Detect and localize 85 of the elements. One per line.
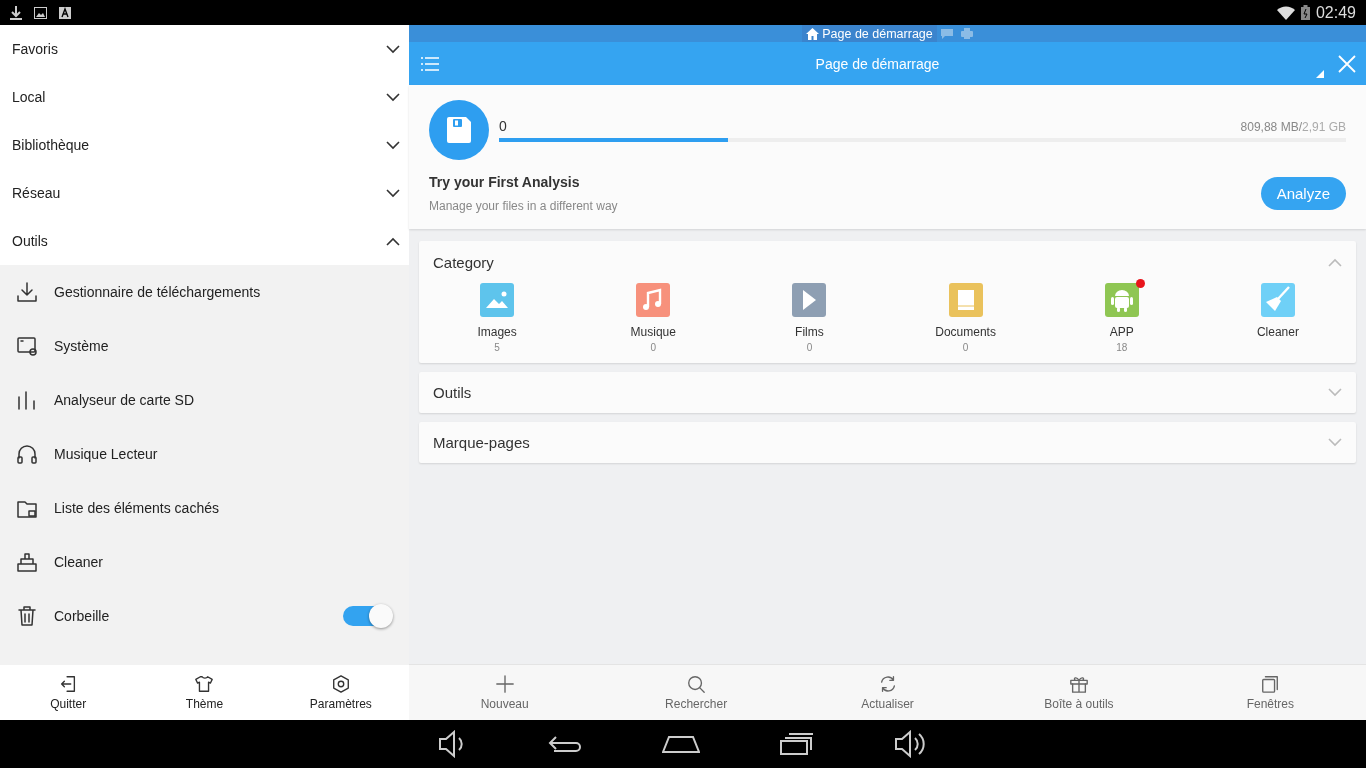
search-icon: [686, 674, 707, 694]
category-label: APP: [1109, 325, 1134, 339]
back-icon[interactable]: [548, 734, 582, 754]
collapse-chevron-icon[interactable]: [386, 236, 400, 246]
tool-item[interactable]: Gestionnaire de téléchargements: [54, 284, 393, 300]
toolbar-title: Page de démarrage: [814, 55, 941, 72]
settings-icon: [330, 674, 351, 694]
analysis-title: Try your First Analysis: [429, 174, 581, 190]
section-label: Favoris: [12, 41, 58, 57]
tool-item[interactable]: Corbeille: [54, 608, 327, 624]
section-label: Réseau: [12, 185, 61, 201]
sidebar-section[interactable]: Réseau: [0, 169, 409, 217]
expand-chevron-icon[interactable]: [386, 44, 400, 54]
category-label: Documents: [935, 325, 996, 339]
recent-apps-icon[interactable]: [780, 733, 814, 755]
panel-title: Outils: [433, 384, 472, 401]
corner-triangle-icon: [1316, 70, 1324, 78]
category-item[interactable]: Images 5: [419, 283, 576, 353]
section-label: Outils: [12, 233, 48, 249]
collapsible-panel[interactable]: Marque-pages: [419, 422, 1356, 463]
toggle-switch[interactable]: [343, 604, 393, 628]
toolbar-button[interactable]: Boîte à outils: [983, 665, 1175, 720]
home-icon[interactable]: [662, 735, 700, 753]
category-label: Cleaner: [1256, 325, 1299, 339]
tool-item[interactable]: Musique Lecteur: [54, 446, 393, 462]
category-label: Musique: [630, 325, 676, 339]
collapsible-panel[interactable]: Outils: [419, 372, 1356, 413]
volume-up-icon[interactable]: [894, 730, 928, 758]
headphones-icon: [16, 443, 38, 465]
category-count: 0: [650, 342, 657, 353]
download-icon: [16, 281, 38, 303]
category-label: Images: [477, 325, 517, 339]
category-item[interactable]: Cleaner: [1199, 283, 1357, 353]
storage-usage: 809,88 MB/2,91 GB: [1240, 120, 1346, 134]
section-label: Bibliothèque: [12, 137, 90, 153]
font-icon: [59, 6, 71, 19]
tool-item[interactable]: Système: [54, 338, 393, 354]
expand-chevron-icon[interactable]: [386, 92, 400, 102]
windows-icon: [1260, 674, 1281, 694]
card-title: Category: [433, 253, 494, 271]
trash-icon: [16, 605, 38, 627]
toolbar-button[interactable]: Nouveau: [409, 665, 601, 720]
category-count: 5: [494, 342, 500, 353]
panel-title: Marque-pages: [433, 434, 530, 451]
bars-icon: [16, 389, 38, 411]
close-icon[interactable]: [1338, 54, 1356, 73]
category-item[interactable]: Documents 0: [887, 283, 1044, 353]
toolbar-action[interactable]: Thème: [136, 665, 273, 720]
analysis-subtitle: Manage your files in a different way: [429, 199, 618, 213]
sidebar-section[interactable]: Outils: [0, 217, 409, 265]
expand-chevron-icon[interactable]: [386, 188, 400, 198]
tool-item[interactable]: Liste des éléments cachés: [54, 500, 393, 516]
category-item[interactable]: APP 18: [1043, 283, 1200, 353]
category-count: 18: [1116, 342, 1128, 353]
category-count: 0: [806, 342, 813, 353]
toolbar-button[interactable]: Fenêtres: [1174, 665, 1366, 720]
expand-chevron-icon[interactable]: [386, 140, 400, 150]
category-count: 0: [962, 342, 969, 353]
section-label: Local: [12, 89, 46, 105]
category-item[interactable]: Musique 0: [575, 283, 732, 353]
chat-icon: [940, 28, 953, 39]
download-icon: [10, 5, 22, 20]
sidebar-section[interactable]: Bibliothèque: [0, 121, 409, 169]
tool-item[interactable]: Analyseur de carte SD: [54, 392, 393, 408]
clock-time: 02:49: [1315, 3, 1356, 22]
category-item[interactable]: Films 0: [731, 283, 888, 353]
wifi-icon: [1276, 5, 1295, 20]
home-icon: [806, 27, 820, 40]
file-count: 0: [499, 118, 507, 134]
category-label: Films: [795, 325, 824, 339]
window-gear-icon: [16, 335, 38, 357]
battery-icon: [1300, 5, 1310, 20]
sidebar-section[interactable]: Favoris: [0, 25, 409, 73]
toolbar-button[interactable]: Rechercher: [600, 665, 792, 720]
toolbar-button[interactable]: Actualiser: [791, 665, 984, 720]
toolbar-action[interactable]: Quitter: [0, 665, 137, 720]
gift-icon: [1068, 674, 1089, 694]
image-icon: [34, 6, 47, 19]
storage-icon: [429, 100, 489, 160]
sidebar-section[interactable]: Local: [0, 73, 409, 121]
toolbar-action[interactable]: Paramètres: [272, 665, 409, 720]
shirt-icon: [194, 674, 215, 694]
tool-item[interactable]: Cleaner: [54, 554, 393, 570]
browser-tab[interactable]: Page de démarrage: [802, 25, 937, 42]
plus-icon: [494, 674, 515, 694]
